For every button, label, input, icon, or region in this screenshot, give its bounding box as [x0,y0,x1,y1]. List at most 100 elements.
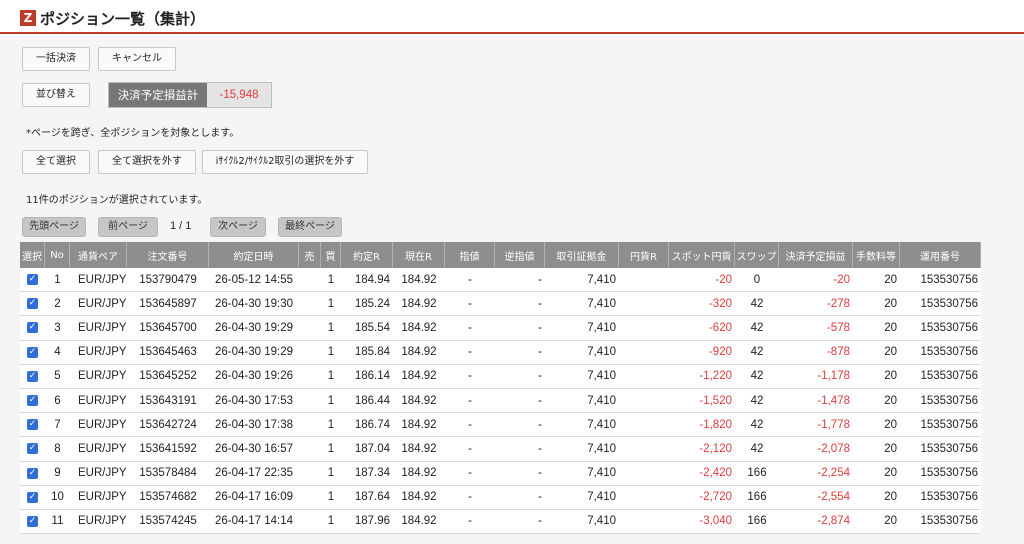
checkbox-checked-icon[interactable]: ✓ [27,395,38,406]
checkbox-checked-icon[interactable]: ✓ [27,467,38,479]
table-cell [619,316,669,341]
row-select-cell[interactable]: ✓ [20,437,45,462]
checkbox-checked-icon[interactable]: ✓ [27,491,38,503]
table-cell: 153530756 [900,292,981,317]
row-select-cell[interactable]: ✓ [20,340,45,365]
table-cell: 153643191 [127,388,209,414]
table-row[interactable]: ✓ 1 EUR/JPY 153790479 26-05-12 14:55 1 184.94 1… [20,268,981,293]
select-all-button[interactable]: 全て選択 [22,150,90,174]
column-header: No [45,242,70,268]
table-cell: 6 [45,388,70,414]
table-cell [299,485,321,510]
row-select-cell[interactable]: ✓ [20,509,45,535]
table-cell: -2,874 [779,509,853,535]
table-cell: 11 [45,509,70,535]
table-cell [619,437,669,462]
row-select-cell[interactable]: ✓ [20,388,45,414]
deselect-cycle-button[interactable]: iｻｲｸﾙ2/ｻｲｸﾙ2取引の選択を外す [202,150,368,174]
table-cell: 185.54 [341,316,393,341]
table-row[interactable]: ✓ 11 EUR/JPY 153574245 26-04-17 14:14 1 187.96… [20,509,981,535]
table-cell: 20 [853,485,900,510]
table-cell [619,461,669,486]
table-cell: 9 [45,461,70,486]
table-row[interactable]: ✓ 2 EUR/JPY 153645897 26-04-30 19:30 1 185.24 1… [20,292,981,317]
checkbox-checked-icon[interactable]: ✓ [27,346,38,358]
row-select-cell[interactable]: ✓ [20,461,45,486]
table-cell: 153578484 [127,461,209,486]
table-cell: 20 [853,461,900,486]
table-cell [619,485,669,510]
table-cell: - [445,413,495,438]
table-cell: 26-04-17 22:35 [209,461,299,486]
table-row[interactable]: ✓ 5 EUR/JPY 153645252 26-04-30 19:26 1 186.14 1… [20,364,981,389]
table-row[interactable]: ✓ 6 EUR/JPY 153643191 26-04-30 17:53 1 186.44 1… [20,388,981,414]
table-cell: - [445,364,495,389]
page-header: Z ポジション一覧（集計） [0,0,1024,34]
table-row[interactable]: ✓ 9 EUR/JPY 153578484 26-04-17 22:35 1 187.34 1… [20,461,981,486]
row-select-cell[interactable]: ✓ [20,485,45,510]
row-select-cell[interactable]: ✓ [20,413,45,438]
table-cell [619,413,669,438]
table-cell: -578 [779,316,853,341]
prev-page-button[interactable]: 前ページ [98,217,158,237]
table-cell: EUR/JPY [70,461,127,486]
column-header: スワップ [735,242,779,268]
table-cell: 1 [321,413,341,438]
checkbox-checked-icon[interactable]: ✓ [27,298,38,310]
table-cell [619,388,669,414]
table-cell: 185.84 [341,340,393,365]
row-select-cell[interactable]: ✓ [20,268,45,293]
checkbox-checked-icon[interactable]: ✓ [27,322,38,334]
table-cell: 186.44 [341,388,393,414]
table-cell: -320 [669,292,735,317]
column-header: 買 [321,242,341,268]
table-cell: 20 [853,364,900,389]
checkbox-checked-icon[interactable]: ✓ [27,515,38,527]
table-cell: 26-04-30 19:26 [209,364,299,389]
row-select-cell[interactable]: ✓ [20,316,45,341]
table-row[interactable]: ✓ 10 EUR/JPY 153574682 26-04-17 16:09 1 187.64… [20,485,981,510]
table-cell: 184.92 [393,485,445,510]
table-row[interactable]: ✓ 3 EUR/JPY 153645700 26-04-30 19:29 1 185.54 1… [20,316,981,341]
row-select-cell[interactable]: ✓ [20,292,45,317]
table-cell: -1,820 [669,413,735,438]
bulk-settle-button[interactable]: 一括決済 [22,47,90,71]
table-cell: 4 [45,340,70,365]
column-header: 決済予定損益 [779,242,853,268]
table-cell: 42 [735,388,779,414]
table-cell [299,340,321,365]
table-cell: -920 [669,340,735,365]
sort-button[interactable]: 並び替え [22,83,90,107]
table-cell: -2,078 [779,437,853,462]
table-row[interactable]: ✓ 4 EUR/JPY 153645463 26-04-30 19:29 1 185.84 1… [20,340,981,365]
pnl-value: -15,948 [219,89,259,101]
table-cell: 153530756 [900,388,981,414]
cancel-button[interactable]: キャンセル [98,47,176,71]
first-page-button[interactable]: 先頭ページ [22,217,86,237]
table-cell: EUR/JPY [70,485,127,510]
table-cell: 10 [45,485,70,510]
table-cell: 153645897 [127,292,209,317]
table-cell: 7,410 [545,461,619,486]
row-select-cell[interactable]: ✓ [20,364,45,389]
table-cell: - [495,509,545,535]
table-cell: -3,040 [669,509,735,535]
table-cell: - [495,292,545,317]
table-cell: 186.14 [341,364,393,389]
table-cell: 1 [321,340,341,365]
table-cell: 2 [45,292,70,317]
checkbox-checked-icon[interactable]: ✓ [27,274,38,286]
table-cell: 184.92 [393,437,445,462]
deselect-all-button[interactable]: 全て選択を外す [98,150,196,174]
last-page-button[interactable]: 最終ページ [278,217,342,237]
table-row[interactable]: ✓ 8 EUR/JPY 153641592 26-04-30 16:57 1 187.04 1… [20,437,981,462]
table-cell: 26-04-17 16:09 [209,485,299,510]
checkbox-checked-icon[interactable]: ✓ [27,443,38,455]
table-row[interactable]: ✓ 7 EUR/JPY 153642724 26-04-30 17:38 1 186.74 1… [20,413,981,438]
checkbox-checked-icon[interactable]: ✓ [27,419,38,431]
table-cell: 26-04-30 19:30 [209,292,299,317]
table-cell: 1 [321,437,341,462]
next-page-button[interactable]: 次ページ [210,217,266,237]
table-cell: 3 [45,316,70,341]
checkbox-checked-icon[interactable]: ✓ [27,370,38,382]
